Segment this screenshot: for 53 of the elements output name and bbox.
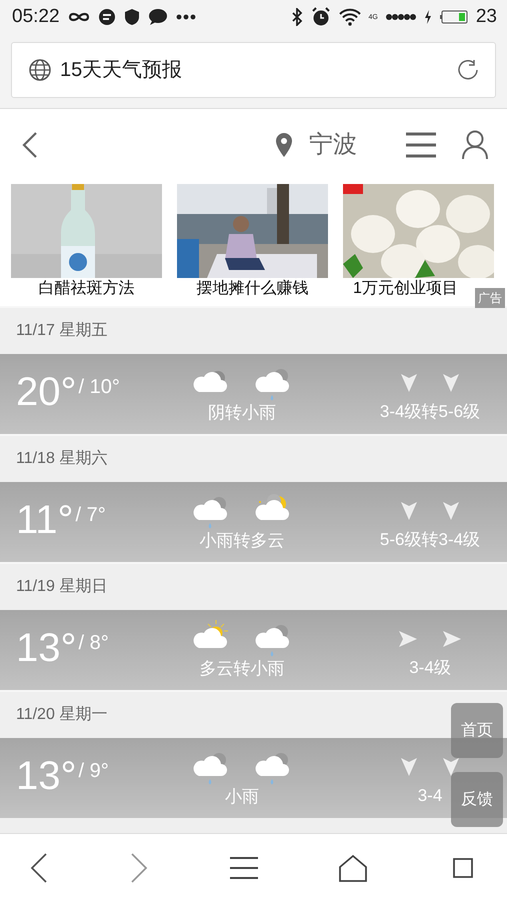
location-pin-icon (275, 132, 293, 158)
weather-condition: 多云转小雨 (200, 658, 284, 680)
low-temperature: / 7° (76, 503, 106, 528)
globe-icon (28, 58, 52, 82)
wind-arrow-icon (442, 630, 462, 648)
battery-icon (440, 10, 468, 24)
message-icon (98, 8, 116, 26)
low-temperature: / 9° (78, 759, 109, 784)
wind-arrow-icon (400, 501, 418, 521)
weather-condition: 小雨 (225, 786, 259, 808)
wind-arrow-icon (442, 501, 460, 521)
high-temperature: 13° (16, 628, 76, 672)
ad-caption[interactable]: 摆地摊什么赚钱 (196, 278, 308, 299)
ad-caption[interactable]: 白醋祛斑方法 (38, 278, 134, 299)
signal-icon (386, 13, 416, 21)
ad-label: 广告 (475, 288, 505, 308)
wind-arrow-icon (400, 373, 418, 393)
wind-arrow-icon (442, 373, 460, 393)
wind-level: 3-4级转5-6级 (380, 401, 480, 423)
wind-level: 3-4级 (409, 657, 451, 679)
bluetooth-icon (290, 8, 303, 26)
wifi-icon (338, 8, 361, 26)
back-icon[interactable] (30, 852, 48, 882)
shield-icon (124, 8, 140, 26)
clock-time: 05:22 (12, 4, 60, 29)
weather-condition: 阴转小雨 (208, 402, 276, 424)
user-icon[interactable] (461, 130, 489, 160)
charging-icon (424, 10, 432, 24)
high-temperature: 11° (16, 500, 74, 544)
battery-percent: 23 (476, 4, 497, 29)
wind-arrow-icon (398, 630, 418, 648)
city-name[interactable]: 宁波 (309, 127, 357, 163)
alarm-icon (310, 7, 331, 27)
low-temperature: / 8° (78, 631, 109, 656)
menu-icon[interactable] (405, 132, 437, 158)
ad-caption[interactable]: 1万元创业项目 (353, 278, 458, 299)
address-bar[interactable]: 15天天气预报 (11, 42, 496, 98)
back-icon[interactable] (22, 132, 38, 158)
high-temperature: 13° (16, 756, 76, 800)
more-icon (176, 14, 196, 20)
wind-arrow-icon (400, 757, 418, 777)
wind-level: 3-4 (418, 785, 442, 807)
wind-arrow-icon (442, 757, 460, 777)
wind-level: 5-6级转3-4级 (380, 529, 480, 551)
page-title: 15天天气预报 (60, 58, 182, 83)
home-icon[interactable] (339, 854, 368, 882)
weather-condition: 小雨转多云 (200, 530, 284, 552)
infinity-icon (68, 10, 90, 24)
chat-icon (148, 8, 168, 26)
high-temperature: 20° (16, 372, 76, 416)
forward-icon[interactable] (130, 852, 148, 882)
menu-icon[interactable] (230, 856, 258, 880)
low-temperature: / 10° (78, 375, 120, 400)
